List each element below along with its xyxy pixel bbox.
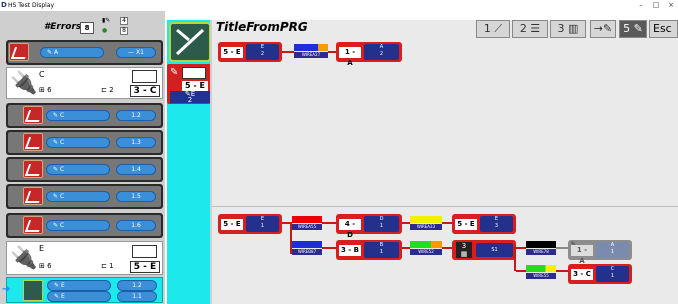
view-2-button[interactable]: 2 ☰ <box>512 20 548 38</box>
canvas-divider <box>212 206 678 207</box>
mini-count-a: 4 <box>120 17 128 25</box>
pill-label: ✎ C <box>46 164 110 175</box>
connector-row[interactable]: 🔌 C ⊞ 6 ⊏ 2 3 - C <box>6 67 163 99</box>
node-1-A[interactable]: ✎ 1 - A A1 <box>568 240 632 265</box>
connector-thumbnail <box>132 70 157 83</box>
plug-icon: 🔌 <box>10 246 38 271</box>
window-title: HS Test Display <box>8 2 55 9</box>
list-item[interactable]: ✎ C 1.2 <box>6 103 163 128</box>
esc-button[interactable]: Esc <box>649 20 678 38</box>
wire[interactable]: WIRE52 <box>410 241 442 255</box>
plug-icon: ✎ <box>170 67 179 78</box>
list-item[interactable]: ✎ A — X1 <box>6 40 163 65</box>
arrow-right-icon: ➔ <box>2 284 11 295</box>
node-4-D[interactable]: 4 - D D1 <box>336 214 402 239</box>
wire-icon <box>23 160 43 178</box>
connector-pins: ⊏ 2 <box>101 86 114 94</box>
connector-row[interactable]: 🔌 E ⊞ 6 ⊏ 1 5 - E <box>6 241 163 275</box>
app-icon: D <box>1 1 7 9</box>
wire-icon <box>23 187 43 205</box>
wire[interactable]: WIRE78 <box>526 241 556 255</box>
pill-label: ✎ C <box>46 137 110 148</box>
close-button[interactable]: × <box>664 0 678 11</box>
wire-mini-icon: ▮✎ <box>102 17 111 24</box>
pill-value: 1.2 <box>117 280 157 291</box>
list-item[interactable]: ✎ C 1.4 <box>6 157 163 182</box>
pill-value: 1.2 <box>116 110 156 121</box>
connector-count: ⊞ 6 <box>39 262 52 270</box>
list-item[interactable]: ✎ C 1.6 <box>6 213 163 238</box>
connector-thumbnail <box>132 245 157 258</box>
node-5-E[interactable]: 5 - E E1 <box>218 214 282 234</box>
pill-label: ✎ E <box>47 280 111 291</box>
pill-label: ✎ C <box>46 191 110 202</box>
wire-cut-icon <box>175 28 205 56</box>
wire[interactable]: WIREB87 <box>292 241 322 255</box>
wire-icon <box>23 133 43 151</box>
connector-tag: 3 - C <box>130 85 160 97</box>
connector-card[interactable]: ✎ 5 - E ✎E 2 <box>167 64 212 104</box>
view-5-button[interactable]: 5 ✎ <box>619 20 647 38</box>
pill-label: ✎ E <box>47 291 111 302</box>
wire-pair-icon <box>23 280 43 301</box>
connector-pins: ⊏ 1 <box>101 262 114 270</box>
maximize-button[interactable]: □ <box>649 0 663 11</box>
pill-value: 1.3 <box>116 137 156 148</box>
pill-value: 1.4 <box>116 164 156 175</box>
node-1-A[interactable]: 1 - A A2 <box>336 42 402 67</box>
node-3-B[interactable]: 3 - B B1 <box>336 240 402 260</box>
wire[interactable]: WIREA27 <box>294 44 328 58</box>
plug-icon: 🔌 <box>10 71 38 96</box>
wire[interactable]: WIREA33 <box>410 216 442 230</box>
view-1-button[interactable]: 1 ⟋ <box>476 20 510 38</box>
pill-value: 1.6 <box>116 220 156 231</box>
wire-tool-button[interactable] <box>169 22 211 62</box>
pill-value: 1.1 <box>117 291 157 302</box>
middle-column <box>167 20 212 304</box>
pill-value: 1.5 <box>116 191 156 202</box>
list-item[interactable]: ✎ C 1.5 <box>6 184 163 209</box>
node-3-C[interactable]: 3 - C C1 <box>568 264 632 284</box>
mini-count-b: 8 <box>120 27 128 35</box>
selected-list-item[interactable]: ➔ ✎ E ✎ E 1.2 1.1 <box>2 277 163 303</box>
check-mini-icon: ● <box>102 27 108 34</box>
page-title: TitleFromPRG <box>216 20 308 34</box>
diagram-canvas[interactable] <box>212 20 678 304</box>
pill-label: ✎ C <box>46 220 110 231</box>
node-5-E[interactable]: 5 - E E2 <box>218 42 282 62</box>
wire[interactable]: WIRE55 <box>526 265 556 279</box>
list-item[interactable]: ✎ C 1.3 <box>6 130 163 155</box>
card-sub: ✎E 2 <box>170 91 210 104</box>
pill-label: ✎ A <box>40 47 104 58</box>
divider <box>210 20 212 304</box>
node-5-E[interactable]: 5 - E E3 <box>452 214 516 234</box>
pill-label: ✎ C <box>46 110 110 121</box>
connector-name: C <box>39 70 45 79</box>
wire-icon <box>23 216 43 234</box>
wire[interactable]: WIREA55 <box>292 216 322 230</box>
pill-value: — X1 <box>116 47 156 58</box>
connector-thumbnail <box>182 67 206 79</box>
connector-tag: 5 - E <box>130 261 160 273</box>
no-entry-icon <box>9 43 29 61</box>
errors-label: #Errors: <box>44 22 85 32</box>
splice-node[interactable]: 3 ▦ S1 <box>452 240 516 260</box>
minimize-button[interactable]: – <box>634 0 648 11</box>
connector-count: ⊞ 6 <box>39 86 52 94</box>
route-button[interactable]: →✎ <box>590 20 616 38</box>
view-3-button[interactable]: 3 ▥ <box>550 20 586 38</box>
errors-count: 8 <box>80 22 94 34</box>
window-titlebar: D HS Test Display <box>0 0 678 11</box>
wire-icon <box>23 106 43 124</box>
connector-name: E <box>39 244 45 253</box>
